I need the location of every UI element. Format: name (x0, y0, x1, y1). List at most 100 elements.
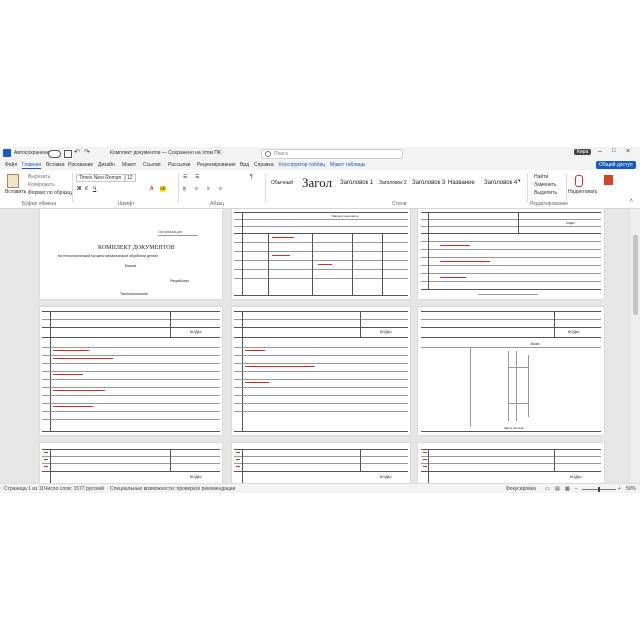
maximize-icon[interactable]: □ (612, 148, 616, 154)
sketch-code: КОДЫ (568, 329, 580, 334)
editing-group-label: Редактирование (530, 201, 569, 207)
align-center-icon[interactable]: ≡ (195, 186, 198, 192)
status-words[interactable]: Число слов: 1577 (44, 486, 85, 492)
underline-button[interactable]: Ч (93, 186, 96, 192)
tab-view[interactable]: Вид (240, 162, 249, 168)
page-route-card-1: Маршрутная карта (232, 209, 410, 299)
style-normal[interactable]: Обычный (271, 180, 293, 186)
tab-review[interactable]: Рецензирование (197, 162, 236, 168)
page-route-card-2: КОДЫ (418, 209, 604, 299)
document-canvas[interactable]: Организация КОМПЛЕКТ ДОКУМЕНТОВ на техно… (0, 209, 630, 483)
form-4-code: КОДЫ (190, 474, 202, 479)
vertical-scrollbar[interactable] (631, 209, 640, 483)
format-painter-button[interactable]: Формат по образцу (28, 190, 73, 196)
zoom-slider-thumb[interactable] (598, 487, 600, 492)
tab-design[interactable]: Дизайн (98, 162, 115, 168)
tab-help[interactable]: Справка (254, 162, 274, 168)
sketch-footer: Карта эскизов (504, 426, 524, 430)
style-heading-big[interactable]: Загол (302, 175, 332, 191)
bold-button[interactable]: Ж (77, 186, 82, 192)
select-button[interactable]: Выделить (534, 190, 557, 196)
form-5-code: КОДЫ (380, 474, 392, 479)
status-bar: Страница 1 из 11 Число слов: 1577 русски… (0, 483, 640, 493)
paste-button[interactable]: Вставить (5, 189, 26, 195)
share-label: Общий доступ (599, 162, 633, 168)
cut-button[interactable]: Вырезать (28, 174, 50, 180)
align-right-icon[interactable]: ≡ (207, 186, 210, 192)
font-color-icon[interactable]: A (150, 186, 154, 192)
search-box[interactable]: Поиск (261, 149, 403, 159)
title-signature: Разработал (170, 279, 190, 283)
save-icon[interactable] (64, 150, 72, 158)
tab-mailings[interactable]: Рассылки (168, 162, 190, 168)
title-heading: КОМПЛЕКТ ДОКУМЕНТОВ (98, 245, 175, 251)
scroll-thumb[interactable] (633, 235, 638, 315)
tab-file[interactable]: Файл (5, 162, 17, 168)
dictate-button[interactable]: Надиктовать (568, 189, 598, 195)
paste-icon[interactable] (7, 174, 19, 188)
justify-icon[interactable]: ≡ (219, 186, 222, 192)
microphone-icon[interactable] (575, 175, 583, 187)
status-accessibility[interactable]: Специальные возможности: проверьте реком… (110, 486, 235, 492)
clipboard-group-label: Буфер обмена (22, 201, 56, 207)
page-form-5: КОДЫ (232, 443, 410, 483)
font-name-select[interactable]: Times New Roman (76, 174, 126, 182)
style-heading-4[interactable]: Заголовок 4 (484, 180, 517, 186)
tab-home[interactable]: Главная (22, 162, 42, 169)
font-group-label: Шрифт (118, 201, 135, 207)
style-heading-3[interactable]: Заголовок 3 (412, 180, 445, 186)
title-footer: Технологический (120, 292, 148, 296)
view-read-icon[interactable]: ▭ (545, 486, 550, 492)
status-language[interactable]: русский (86, 486, 104, 492)
italic-button[interactable]: К (85, 186, 88, 192)
route-card-1-title: Маршрутная карта (332, 214, 359, 218)
ribbon-collapse-icon[interactable]: ˄ (630, 198, 633, 204)
form-6-code: КОДЫ (570, 474, 582, 479)
minimize-icon[interactable]: – (598, 148, 602, 155)
pilcrow-icon[interactable]: ¶ (250, 174, 253, 180)
page-operations-1: КОДЫ (40, 307, 222, 435)
undo-icon[interactable]: ↶ (74, 148, 80, 156)
style-heading-2[interactable]: Заголовок 2 (379, 180, 407, 186)
view-web-icon[interactable]: ▦ (565, 486, 570, 492)
zoom-out-icon[interactable]: – (575, 486, 578, 492)
route-card-2-code: КОДЫ (566, 221, 575, 225)
ribbon: Вставить Вырезать Копировать Формат по о… (0, 170, 640, 209)
operations-1-code: КОДЫ (190, 329, 202, 334)
copy-button[interactable]: Копировать (28, 182, 55, 188)
sketch-title: Эскиз (530, 342, 540, 346)
tab-references[interactable]: Ссылки (143, 162, 161, 168)
tab-draw[interactable]: Рисование (68, 162, 93, 168)
view-print-icon[interactable]: ▤ (555, 486, 560, 492)
font-size-select[interactable]: 12 (124, 174, 136, 182)
style-heading-1[interactable]: Заголовок 1 (340, 180, 373, 186)
style-title[interactable]: Название (448, 180, 475, 186)
operations-2-code: КОДЫ (380, 329, 392, 334)
tab-insert[interactable]: Вставка (46, 162, 65, 168)
zoom-in-icon[interactable]: + (618, 486, 621, 492)
close-icon[interactable]: × (626, 148, 630, 155)
zoom-level[interactable]: 50% (626, 486, 636, 492)
tab-table-design[interactable]: Конструктор таблиц (279, 162, 325, 168)
status-page[interactable]: Страница 1 из 11 (4, 486, 44, 492)
document-title[interactable]: Комплект документов — Сохранено на этом … (110, 150, 221, 156)
tab-table-layout[interactable]: Макет таблицы (330, 162, 365, 168)
replace-button[interactable]: Заменить (534, 182, 556, 188)
search-input[interactable]: Поиск (274, 151, 288, 157)
designer-icon[interactable] (604, 175, 613, 185)
bullets-icon[interactable]: ☰ (183, 174, 187, 180)
styles-more-icon[interactable]: ▾ (518, 178, 521, 184)
numbering-icon[interactable]: ☰ (195, 174, 199, 180)
find-button[interactable]: Найти (534, 174, 548, 180)
title-subtitle: на технологический процесс механической … (58, 254, 159, 258)
user-badge[interactable]: Кира (574, 149, 592, 155)
highlight-icon[interactable]: ab (160, 186, 166, 192)
autosave-toggle[interactable] (48, 150, 61, 158)
status-focus[interactable]: Фокусировка (506, 486, 536, 492)
page-form-6: КОДЫ (418, 443, 604, 483)
align-left-icon[interactable]: ≡ (183, 186, 186, 192)
tab-layout[interactable]: Макет (122, 162, 136, 168)
title-org: Организация (158, 229, 183, 234)
share-button[interactable]: Общий доступ (596, 161, 636, 169)
redo-icon[interactable]: ↷ (84, 148, 90, 156)
